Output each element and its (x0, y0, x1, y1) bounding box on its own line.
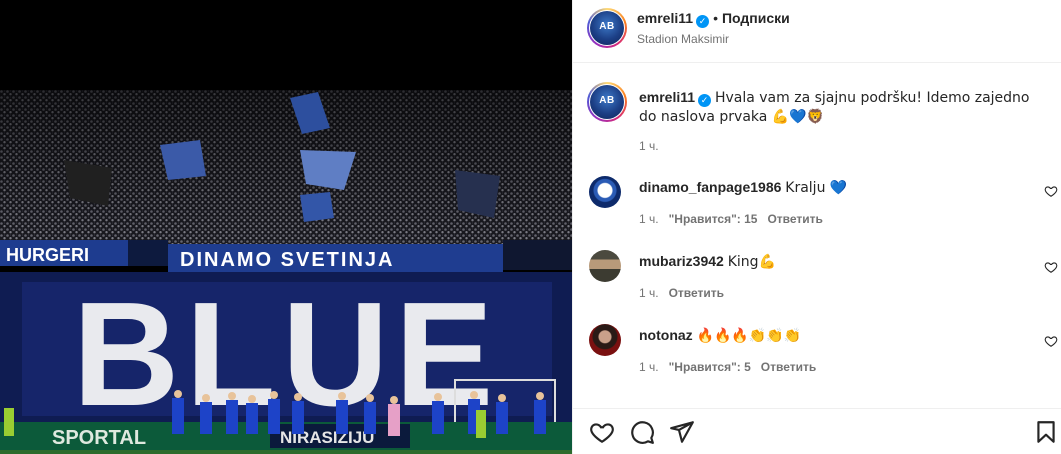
reply-button[interactable]: Ответить (761, 360, 816, 374)
like-icon[interactable] (589, 419, 615, 445)
post-location[interactable]: Stadion Maksimir (637, 32, 729, 46)
share-icon[interactable] (669, 419, 695, 445)
caption-avatar[interactable]: AB (587, 82, 627, 122)
comment-username[interactable]: notonaz (639, 327, 693, 343)
heart-icon[interactable] (1044, 184, 1058, 198)
comment-avatar[interactable] (589, 324, 621, 356)
caption-text: Hvala vam za sjajnu podršku! Idemo zajed… (639, 90, 1030, 125)
ad-left-text: SPORTAL (52, 427, 146, 449)
comment-item: dinamo_fanpage1986 Kralju 💙 1 ч. "Нравитс… (573, 170, 1061, 230)
verified-icon: ✓ (698, 94, 712, 107)
caption-username[interactable]: emreli11 (639, 89, 695, 105)
post-actions (573, 408, 1061, 454)
comment-likes[interactable]: "Нравится": 15 (669, 212, 758, 226)
comment-username[interactable]: mubariz3942 (639, 253, 724, 269)
banner-left-text: HURGERI (6, 245, 89, 265)
comment-avatar[interactable] (589, 250, 621, 282)
post-author-username[interactable]: emreli11 (637, 10, 693, 26)
avatar[interactable]: AB (587, 8, 627, 48)
comment-item: notonaz 🔥🔥🔥👏👏👏 1 ч. "Нравится": 5 Ответить (573, 318, 1061, 378)
heart-icon[interactable] (1044, 260, 1058, 274)
caption-avatar-text: AB (599, 95, 615, 106)
comment-time[interactable]: 1 ч. (639, 212, 659, 226)
comment-text: Kralju 💙 (785, 180, 848, 196)
comment-item: mubariz3942 King💪 1 ч. Ответить (573, 244, 1061, 304)
banner-main-text: DINAMO SVETINJA (180, 249, 394, 271)
post-details-panel: AB emreli11 ✓ • Подписки Stadion Maksimir A… (572, 0, 1061, 454)
comment-icon[interactable] (629, 419, 655, 445)
reply-button[interactable]: Ответить (767, 212, 822, 226)
comment-likes[interactable]: "Нравится": 5 (669, 360, 751, 374)
reply-button[interactable]: Ответить (669, 286, 724, 300)
save-icon[interactable] (1033, 419, 1059, 445)
avatar-text: AB (599, 21, 615, 32)
following-button[interactable]: Подписки (722, 10, 790, 26)
stadium-photo: HURGERI DINAMO SVETINJA BLUE SPORTAL NIR… (0, 0, 572, 454)
comment-time[interactable]: 1 ч. (639, 360, 659, 374)
post-header: AB emreli11 ✓ • Подписки Stadion Maksimir (573, 0, 1061, 63)
comment-text: King💪 (727, 254, 776, 270)
verified-icon: ✓ (696, 15, 710, 28)
post-photo[interactable]: HURGERI DINAMO SVETINJA BLUE SPORTAL NIR… (0, 0, 572, 454)
caption-time[interactable]: 1 ч. (639, 139, 659, 153)
comment-avatar[interactable] (589, 176, 621, 208)
separator-dot: • (713, 10, 718, 26)
comment-time[interactable]: 1 ч. (639, 286, 659, 300)
comment-text: 🔥🔥🔥👏👏👏 (696, 328, 802, 344)
comment-username[interactable]: dinamo_fanpage1986 (639, 179, 781, 195)
heart-icon[interactable] (1044, 334, 1058, 348)
